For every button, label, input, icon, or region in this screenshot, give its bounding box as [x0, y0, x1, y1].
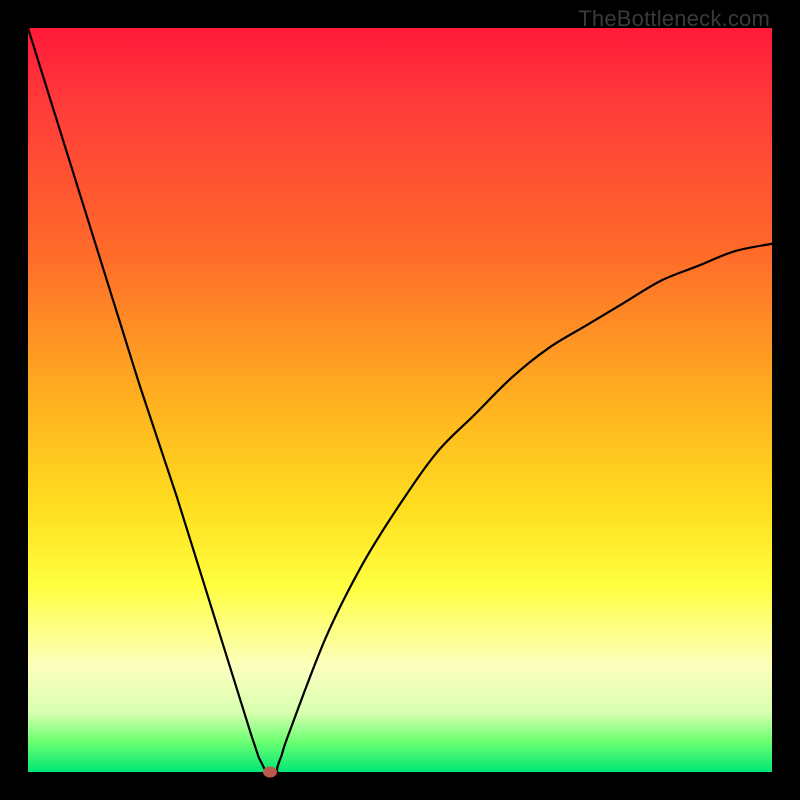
chart-frame: TheBottleneck.com [0, 0, 800, 800]
bottleneck-curve [28, 28, 775, 772]
curve-layer [28, 28, 772, 772]
optimum-marker [263, 767, 277, 778]
plot-area [28, 28, 772, 772]
